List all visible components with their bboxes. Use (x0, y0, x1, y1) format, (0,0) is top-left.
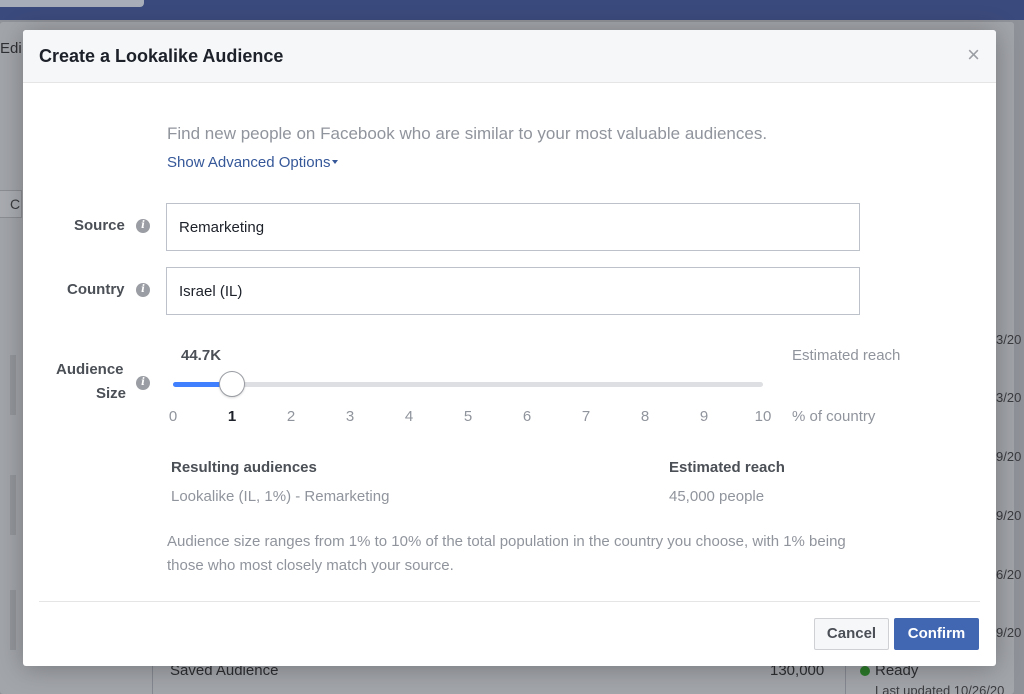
top-bar-tab (0, 0, 144, 7)
audience-size-slider-track[interactable] (173, 382, 763, 387)
background-date: 6/20 (996, 567, 1022, 582)
country-input[interactable] (166, 267, 860, 315)
slider-tick-9: 9 (699, 408, 709, 425)
intro-text: Find new people on Facebook who are simi… (167, 124, 768, 143)
confirm-button[interactable]: Confirm (894, 618, 979, 650)
status-dot-icon (860, 666, 870, 676)
source-input[interactable] (166, 203, 860, 251)
audience-size-info-icon[interactable]: i (136, 376, 150, 390)
audience-size-value: 44.7K (181, 347, 222, 364)
source-info-icon[interactable]: i (136, 219, 150, 233)
estimated-reach-label: Estimated reach (792, 347, 901, 364)
background-date: 9/20 (996, 508, 1022, 523)
cancel-button[interactable]: Cancel (814, 618, 889, 650)
estimated-reach-header: Estimated reach (669, 459, 785, 476)
audience-size-label-line2: Size (96, 385, 127, 402)
resulting-audiences-header: Resulting audiences (171, 459, 317, 476)
background-date: 9/20 (996, 449, 1022, 464)
slider-tick-2: 2 (286, 408, 296, 425)
percent-of-country-label: % of country (792, 408, 876, 425)
background-filter-label: C (10, 196, 21, 212)
background-row-updated: Last updated 10/26/20 (875, 683, 1005, 694)
slider-tick-10: 10 (754, 408, 772, 425)
caret-down-icon (332, 160, 339, 164)
show-advanced-options-link[interactable]: Show Advanced Options (167, 154, 339, 171)
background-row-marker (10, 590, 16, 650)
advanced-options-label: Show Advanced Options (167, 154, 331, 171)
background-date: 3/20 (996, 332, 1022, 347)
background-row-marker (10, 475, 16, 535)
dialog-header: Create a Lookalike Audience × (23, 30, 996, 83)
slider-tick-5: 5 (463, 408, 473, 425)
background-date: 9/20 (996, 625, 1022, 640)
dialog-title: Create a Lookalike Audience (39, 46, 284, 66)
country-info-icon[interactable]: i (136, 283, 150, 297)
audience-size-slider-handle[interactable] (219, 371, 245, 397)
close-icon[interactable]: × (967, 44, 980, 66)
background-row-marker (10, 355, 16, 415)
background-date: 3/20 (996, 390, 1022, 405)
footer-divider (39, 601, 980, 602)
audience-size-label-line1: Audience (56, 361, 124, 378)
slider-tick-1: 1 (227, 408, 237, 425)
slider-tick-7: 7 (581, 408, 591, 425)
source-label: Source (74, 217, 125, 234)
resulting-audience-name: Lookalike (IL, 1%) - Remarketing (171, 488, 390, 505)
lookalike-audience-dialog: Create a Lookalike Audience × Find new p… (23, 30, 996, 666)
slider-tick-8: 8 (640, 408, 650, 425)
app-top-bar (0, 0, 1024, 20)
slider-tick-3: 3 (345, 408, 355, 425)
estimated-reach-value: 45,000 people (669, 488, 765, 505)
slider-tick-4: 4 (404, 408, 414, 425)
slider-tick-6: 6 (522, 408, 532, 425)
audience-size-help-text: Audience size ranges from 1% to 10% of t… (167, 533, 846, 574)
background-edit-label: Edi (0, 40, 22, 57)
country-label: Country (67, 281, 125, 298)
slider-tick-0: 0 (168, 408, 178, 425)
